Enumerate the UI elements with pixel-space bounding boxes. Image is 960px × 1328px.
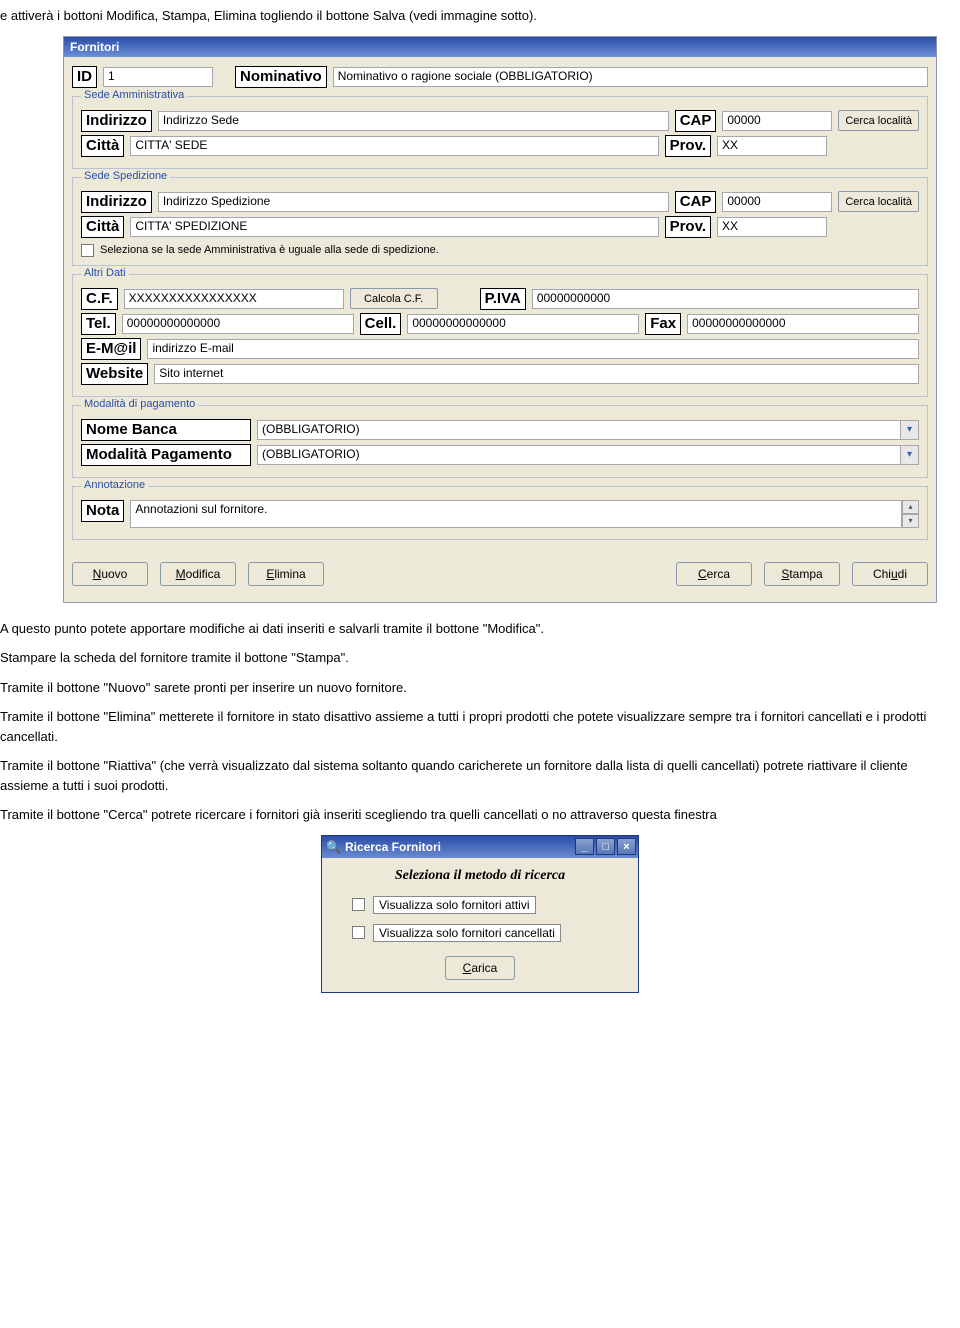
- cerca-localita-sped-button[interactable]: Cerca località: [838, 191, 919, 212]
- piva-label: P.IVA: [480, 288, 526, 310]
- paragraph-6: Tramite il bottone "Cerca" potrete ricer…: [0, 805, 940, 825]
- fornitori-titlebar: Fornitori: [64, 37, 936, 57]
- cap-sped-input[interactable]: 00000: [722, 192, 832, 212]
- website-label: Website: [81, 363, 148, 385]
- paragraph-2: Stampare la scheda del fornitore tramite…: [0, 648, 940, 668]
- modifica-button[interactable]: Modifica: [160, 562, 236, 586]
- cell-label: Cell.: [360, 313, 402, 335]
- prov-amm-label: Prov.: [665, 135, 711, 157]
- group-title-altri: Altri Dati: [81, 267, 129, 279]
- paragraph-3: Tramite il bottone "Nuovo" sarete pronti…: [0, 678, 940, 698]
- banca-value: (OBBLIGATORIO): [257, 420, 901, 440]
- paragraph-4: Tramite il bottone "Elimina" metterete i…: [0, 707, 940, 746]
- tel-input[interactable]: 00000000000000: [122, 314, 354, 334]
- group-annotazione: Annotazione Nota Annotazioni sul fornito…: [72, 486, 928, 540]
- scroll-up-icon[interactable]: ▴: [902, 500, 919, 514]
- citta-sped-label: Città: [81, 216, 124, 238]
- nominativo-input[interactable]: Nominativo o ragione sociale (OBBLIGATOR…: [333, 67, 928, 87]
- same-sede-checkbox[interactable]: [81, 244, 94, 257]
- group-pagamento: Modalità di pagamento Nome Banca (OBBLIG…: [72, 405, 928, 478]
- prov-sped-input[interactable]: XX: [717, 217, 827, 237]
- cap-amm-input[interactable]: 00000: [722, 111, 832, 131]
- group-altri-dati: Altri Dati C.F. XXXXXXXXXXXXXXXX Calcola…: [72, 274, 928, 397]
- paragraph-5: Tramite il bottone "Riattiva" (che verrà…: [0, 756, 940, 795]
- opt-attivi-label[interactable]: Visualizza solo fornitori attivi: [373, 896, 536, 914]
- same-sede-label: Seleziona se la sede Amministrativa è ug…: [100, 244, 439, 256]
- cf-input[interactable]: XXXXXXXXXXXXXXXX: [124, 289, 344, 309]
- modalita-label: Modalità Pagamento: [81, 444, 251, 466]
- chevron-down-icon[interactable]: ▾: [901, 420, 919, 440]
- citta-amm-label: Città: [81, 135, 124, 157]
- ricerca-window: 🔍 Ricerca Fornitori _ □ × Seleziona il m…: [321, 835, 639, 993]
- email-input[interactable]: indirizzo E-mail: [147, 339, 919, 359]
- carica-button[interactable]: Carica: [445, 956, 515, 980]
- opt-cancellati-label[interactable]: Visualizza solo fornitori cancellati: [373, 924, 561, 942]
- paragraph-1: A questo punto potete apportare modifich…: [0, 619, 940, 639]
- group-title-sede-amm: Sede Amministrativa: [81, 89, 187, 101]
- group-title-sede-sped: Sede Spedizione: [81, 170, 170, 182]
- maximize-icon[interactable]: □: [596, 838, 615, 855]
- intro-text: e attiverà i bottoni Modifica, Stampa, E…: [0, 6, 940, 26]
- citta-sped-input[interactable]: CITTA' SPEDIZIONE: [130, 217, 658, 237]
- search-icon: 🔍: [326, 840, 341, 854]
- nominativo-label: Nominativo: [235, 66, 327, 88]
- group-sede-amministrativa: Sede Amministrativa Indirizzo Indirizzo …: [72, 96, 928, 169]
- prov-amm-input[interactable]: XX: [717, 136, 827, 156]
- nuovo-button[interactable]: Nuovo: [72, 562, 148, 586]
- chiudi-button[interactable]: Chiudi: [852, 562, 928, 586]
- id-input[interactable]: 1: [103, 67, 213, 87]
- prov-sped-label: Prov.: [665, 216, 711, 238]
- nota-textarea[interactable]: Annotazioni sul fornitore.: [130, 500, 902, 528]
- opt-cancellati-checkbox[interactable]: [352, 926, 365, 939]
- opt-attivi-checkbox[interactable]: [352, 898, 365, 911]
- group-title-pagamento: Modalità di pagamento: [81, 398, 198, 410]
- cf-label: C.F.: [81, 288, 118, 310]
- banca-label: Nome Banca: [81, 419, 251, 441]
- fax-input[interactable]: 00000000000000: [687, 314, 919, 334]
- fornitori-window: Fornitori ID 1 Nominativo Nominativo o r…: [63, 36, 937, 603]
- indirizzo-amm-input[interactable]: Indirizzo Sede: [158, 111, 669, 131]
- scroll-down-icon[interactable]: ▾: [902, 514, 919, 528]
- cap-sped-label: CAP: [675, 191, 717, 213]
- nota-label: Nota: [81, 500, 124, 522]
- indirizzo-sped-label: Indirizzo: [81, 191, 152, 213]
- id-label: ID: [72, 66, 97, 88]
- indirizzo-amm-label: Indirizzo: [81, 110, 152, 132]
- stampa-button[interactable]: Stampa: [764, 562, 840, 586]
- cap-amm-label: CAP: [675, 110, 717, 132]
- email-label: E-M@il: [81, 338, 141, 360]
- calcola-cf-button[interactable]: Calcola C.F.: [350, 288, 438, 309]
- group-sede-spedizione: Sede Spedizione Indirizzo Indirizzo Sped…: [72, 177, 928, 266]
- close-icon[interactable]: ×: [617, 838, 636, 855]
- piva-input[interactable]: 00000000000: [532, 289, 919, 309]
- modalita-value: (OBBLIGATORIO): [257, 445, 901, 465]
- banca-select[interactable]: (OBBLIGATORIO) ▾: [257, 420, 919, 440]
- group-title-annotazione: Annotazione: [81, 479, 148, 491]
- chevron-down-icon[interactable]: ▾: [901, 445, 919, 465]
- fax-label: Fax: [645, 313, 681, 335]
- tel-label: Tel.: [81, 313, 116, 335]
- cell-input[interactable]: 00000000000000: [407, 314, 639, 334]
- elimina-button[interactable]: Elimina: [248, 562, 324, 586]
- indirizzo-sped-input[interactable]: Indirizzo Spedizione: [158, 192, 669, 212]
- minimize-icon[interactable]: _: [575, 838, 594, 855]
- website-input[interactable]: Sito internet: [154, 364, 919, 384]
- ricerca-title: Ricerca Fornitori: [345, 840, 441, 854]
- ricerca-heading: Seleziona il metodo di ricerca: [352, 868, 608, 884]
- modalita-select[interactable]: (OBBLIGATORIO) ▾: [257, 445, 919, 465]
- cerca-button[interactable]: Cerca: [676, 562, 752, 586]
- citta-amm-input[interactable]: CITTA' SEDE: [130, 136, 658, 156]
- cerca-localita-amm-button[interactable]: Cerca località: [838, 110, 919, 131]
